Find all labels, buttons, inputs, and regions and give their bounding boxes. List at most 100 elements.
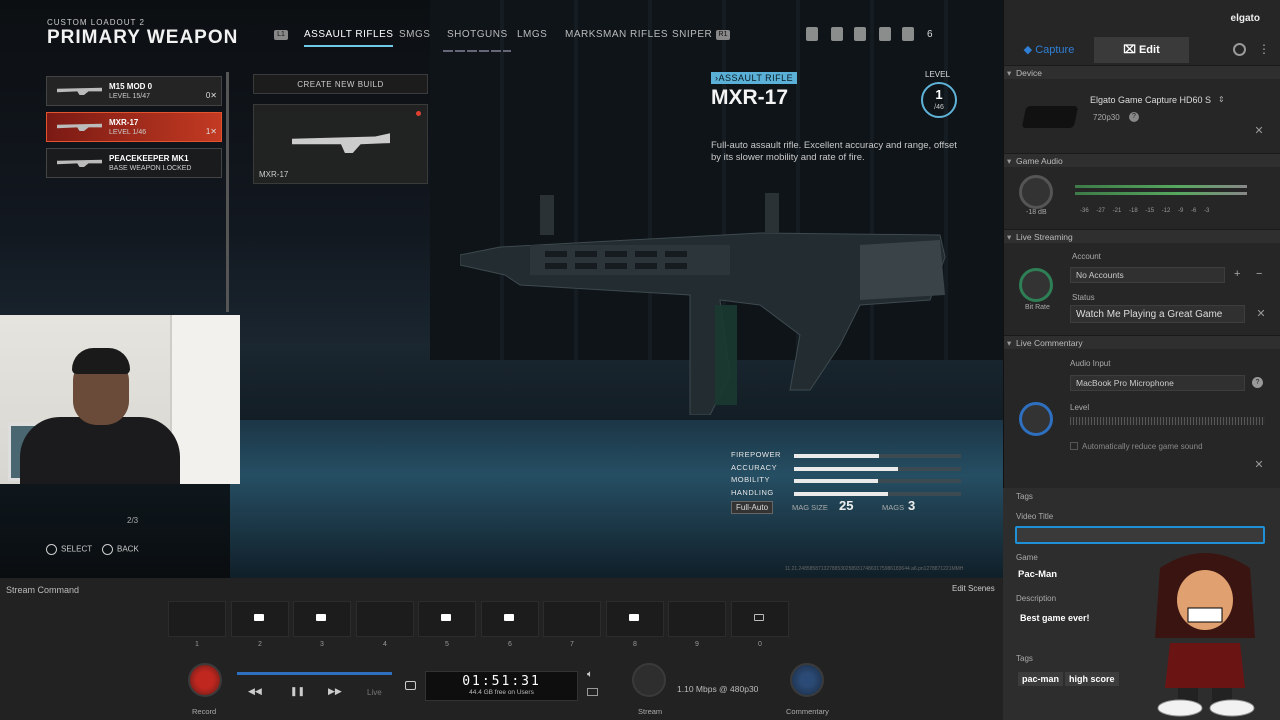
rifle-icon bbox=[292, 133, 390, 153]
weapon-level: BASE WEAPON LOCKED bbox=[109, 165, 192, 172]
tab-shotguns[interactable]: SHOTGUNS bbox=[447, 29, 508, 40]
scene-number: 0 bbox=[758, 641, 762, 648]
capture-device-icon bbox=[1021, 106, 1079, 128]
back-hint-label: BACK bbox=[117, 544, 139, 554]
scene-slot[interactable] bbox=[356, 601, 414, 637]
scene-slot[interactable] bbox=[231, 601, 289, 637]
tab-smgs[interactable]: SMGS bbox=[399, 29, 430, 40]
weapon-title: MXR-17 bbox=[711, 86, 789, 109]
device-name[interactable]: Elgato Game Capture HD60 S bbox=[1090, 95, 1211, 105]
stream-button[interactable] bbox=[632, 663, 666, 697]
lock-icon[interactable] bbox=[854, 27, 866, 41]
scene-number: 9 bbox=[695, 641, 699, 648]
build-hash: 11.21.2485858713278853025893174863175986… bbox=[785, 566, 964, 572]
audio-input-help-icon[interactable]: ? bbox=[1252, 377, 1263, 388]
mic-icon[interactable] bbox=[806, 27, 818, 41]
screenshot-camera-icon[interactable] bbox=[405, 681, 416, 690]
build-card[interactable]: MXR-17 bbox=[253, 104, 428, 184]
device-tools-icon[interactable]: ✕ bbox=[1253, 125, 1265, 137]
list-scrollbar[interactable] bbox=[226, 72, 229, 312]
auto-reduce-label: Automatically reduce game sound bbox=[1082, 442, 1203, 451]
account-select[interactable]: No Accounts bbox=[1070, 267, 1225, 283]
section-live-streaming[interactable]: Live Streaming bbox=[1004, 229, 1280, 244]
tab-capture[interactable]: ◆ Capture bbox=[1004, 37, 1094, 63]
settings-gear-icon[interactable] bbox=[1233, 43, 1246, 56]
audio-input-select[interactable]: MacBook Pro Microphone bbox=[1070, 375, 1245, 391]
bell-icon[interactable] bbox=[831, 27, 843, 41]
add-account-icon[interactable]: + bbox=[1234, 268, 1240, 280]
elapsed-time: 01:51:31 bbox=[462, 674, 541, 689]
weapon-level: LEVEL 1/46 bbox=[109, 129, 147, 136]
weapon-list: M15 MOD 0 LEVEL 15/47 0✕ MXR-17 LEVEL 1/… bbox=[46, 76, 222, 184]
create-new-build-button[interactable]: CREATE NEW BUILD bbox=[253, 74, 428, 94]
description-field[interactable]: Best game ever! bbox=[1020, 613, 1090, 623]
weapon-row-peacekeeper[interactable]: PEACEKEEPER MK1 BASE WEAPON LOCKED bbox=[46, 148, 222, 178]
scene-slot[interactable] bbox=[731, 601, 789, 637]
tab-lmgs[interactable]: LMGS bbox=[517, 29, 547, 40]
tag-chip[interactable]: high score bbox=[1065, 672, 1119, 686]
friends-icon[interactable] bbox=[902, 27, 914, 41]
commentary-tools-icon[interactable]: ✕ bbox=[1253, 459, 1265, 471]
video-title-input[interactable] bbox=[1015, 526, 1265, 544]
stream-bitrate-status: 1.10 Mbps @ 480p30 bbox=[677, 684, 759, 694]
scene-number: 3 bbox=[320, 641, 324, 648]
camera-scene-icon bbox=[504, 614, 514, 621]
rewind-icon[interactable]: ◀◀ bbox=[248, 686, 262, 697]
stream-tools-icon[interactable]: ✕ bbox=[1255, 308, 1267, 320]
tags-field[interactable]: pac-man high score bbox=[1018, 669, 1121, 687]
stream-command-title[interactable]: Stream Command bbox=[6, 585, 79, 595]
tab-sniper[interactable]: SNIPER bbox=[672, 29, 712, 40]
scene-slot[interactable] bbox=[668, 601, 726, 637]
edit-scenes-button[interactable]: Edit Scenes bbox=[952, 584, 995, 593]
fast-forward-icon[interactable]: ▶▶ bbox=[328, 686, 342, 697]
mag-size-label: MAG SIZE bbox=[792, 503, 828, 512]
format-info-icon[interactable]: ? bbox=[1129, 112, 1139, 122]
pause-icon[interactable]: ❚❚ bbox=[290, 686, 305, 697]
camera-scene-icon bbox=[254, 614, 264, 621]
commentary-knob[interactable] bbox=[1019, 402, 1053, 436]
record-button[interactable] bbox=[188, 663, 222, 697]
record-label: Record bbox=[192, 707, 217, 716]
section-game-audio[interactable]: Game Audio bbox=[1004, 153, 1280, 168]
weapon-row-mxr17[interactable]: MXR-17 LEVEL 1/46 1✕ bbox=[46, 112, 222, 142]
status-input[interactable]: Watch Me Playing a Great Game bbox=[1070, 305, 1245, 323]
scene-number: 5 bbox=[445, 641, 449, 648]
store-icon[interactable] bbox=[879, 27, 891, 41]
rifle-icon bbox=[57, 123, 102, 131]
tag-chip[interactable]: pac-man bbox=[1018, 672, 1064, 686]
section-device[interactable]: Device bbox=[1004, 65, 1280, 80]
weapon-row-m15[interactable]: M15 MOD 0 LEVEL 15/47 0✕ bbox=[46, 76, 222, 106]
game-audio-db: -18 dB bbox=[1026, 209, 1047, 216]
section-live-commentary[interactable]: Live Commentary bbox=[1004, 335, 1280, 350]
device-select-chevron-icon[interactable]: ⇕ bbox=[1218, 95, 1225, 104]
remove-account-icon[interactable]: − bbox=[1256, 268, 1262, 280]
auto-reduce-checkbox[interactable] bbox=[1070, 442, 1078, 450]
scene-slot[interactable] bbox=[418, 601, 476, 637]
back-hint[interactable]: BACK bbox=[102, 544, 139, 555]
timeline-scrubber[interactable] bbox=[237, 672, 392, 675]
scene-slot[interactable] bbox=[293, 601, 351, 637]
game-audio-knob[interactable] bbox=[1019, 175, 1053, 209]
fullscreen-icon[interactable] bbox=[587, 688, 598, 696]
more-icon[interactable]: ⋮ bbox=[1258, 42, 1270, 56]
select-hint[interactable]: SELECT bbox=[46, 544, 92, 555]
scene-slot[interactable] bbox=[543, 601, 601, 637]
account-label: Account bbox=[1072, 252, 1101, 261]
weapon-stats: FIREPOWER ACCURACY MOBILITY HANDLING bbox=[731, 450, 961, 500]
volume-icon[interactable]: 🔈︎ bbox=[587, 669, 593, 680]
level-ring: 1 /46 bbox=[921, 82, 957, 118]
scene-slot[interactable] bbox=[606, 601, 664, 637]
scene-slot[interactable] bbox=[481, 601, 539, 637]
bitrate-knob[interactable] bbox=[1019, 268, 1053, 302]
description-label: Description bbox=[1016, 594, 1057, 603]
live-button[interactable]: Live bbox=[367, 688, 382, 697]
tab-marksman-rifles[interactable]: MARKSMAN RIFLES bbox=[565, 29, 668, 40]
commentary-button[interactable] bbox=[790, 663, 824, 697]
scene-slot[interactable] bbox=[168, 601, 226, 637]
tab-edit[interactable]: ⌧ Edit bbox=[1094, 37, 1189, 63]
game-field[interactable]: Pac-Man bbox=[1018, 569, 1057, 580]
stream-label: Stream bbox=[638, 707, 663, 716]
tab-page-indicator bbox=[443, 50, 511, 52]
scene-number: 1 bbox=[195, 641, 199, 648]
tab-assault-rifles[interactable]: ASSAULT RIFLES bbox=[304, 29, 394, 47]
